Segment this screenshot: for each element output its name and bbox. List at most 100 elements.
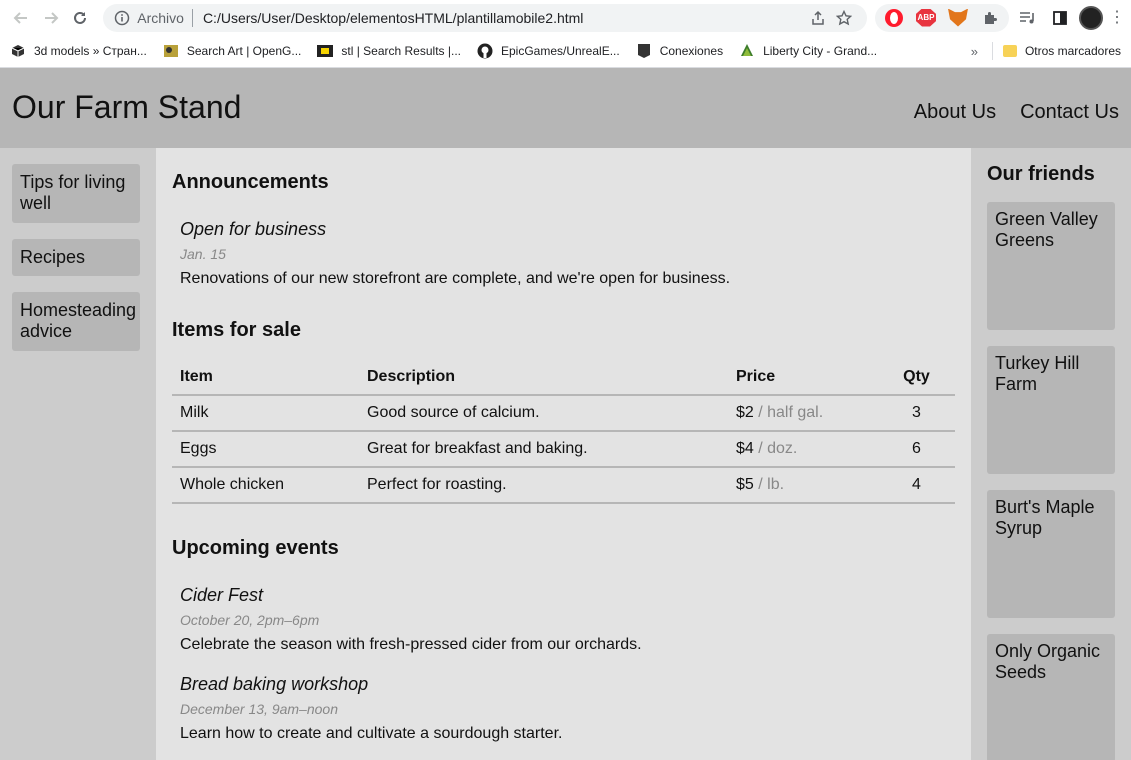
puzzle-icon xyxy=(985,11,997,24)
arrow-left-icon xyxy=(13,11,27,24)
items-table: Item Description Price Qty Milk Good sou… xyxy=(172,360,955,504)
cell-price: $4 / doz. xyxy=(728,431,878,468)
friends-sidebar: Our friends Green Valley Greens Turkey H… xyxy=(971,148,1131,760)
opengameart-icon xyxy=(163,43,179,59)
bookmark-label: Liberty City - Grand... xyxy=(763,44,878,58)
cell-price: $5 / lb. xyxy=(728,467,878,504)
event-text: Learn how to create and cultivate a sour… xyxy=(180,725,563,742)
price-unit: / lb. xyxy=(753,476,785,493)
cell-qty: 4 xyxy=(878,467,955,504)
cell-item: Whole chicken xyxy=(172,467,359,504)
share-button[interactable] xyxy=(805,5,831,31)
price-unit: / half gal. xyxy=(753,404,824,421)
side-panel-icon xyxy=(1053,10,1067,25)
star-icon xyxy=(836,9,852,25)
main-content: Announcements Open for business Jan. 15 … xyxy=(156,148,971,760)
cell-qty: 6 xyxy=(878,431,955,468)
cell-item: Eggs xyxy=(172,431,359,468)
epic-icon xyxy=(636,43,652,59)
announcements-heading: Announcements xyxy=(172,171,329,193)
site-header: Our Farm Stand About Us Contact Us xyxy=(0,68,1131,148)
bookmark-item[interactable]: 3d models » Стран... xyxy=(10,43,147,59)
cell-item: Milk xyxy=(172,395,359,432)
friend-card[interactable]: Turkey Hill Farm xyxy=(987,346,1115,474)
address-bar[interactable]: Archivo C:/Users/User/Desktop/elementosH… xyxy=(103,3,867,32)
cell-description: Good source of calcium. xyxy=(359,395,728,432)
bookmark-star-button[interactable] xyxy=(831,5,857,31)
bookmark-item[interactable]: Conexiones xyxy=(636,43,723,59)
table-header-row: Item Description Price Qty xyxy=(172,360,955,396)
cell-qty: 3 xyxy=(878,395,955,432)
cell-description: Great for breakfast and baking. xyxy=(359,431,728,468)
price-value: $5 xyxy=(736,476,754,493)
friends-heading: Our friends xyxy=(987,163,1095,185)
adblock-extension[interactable]: ABP xyxy=(913,5,939,31)
sidebar-item-recipes[interactable]: Recipes xyxy=(12,239,140,276)
announcement-date: Jan. 15 xyxy=(180,246,226,262)
reading-list-button[interactable] xyxy=(1015,5,1041,31)
sidebar-item-homesteading[interactable]: Homesteading advice xyxy=(12,292,140,351)
event-item: Cider Fest October 20, 2pm–6pm Celebrate… xyxy=(172,584,955,655)
bookmark-item[interactable]: EpicGames/UnrealE... xyxy=(477,43,620,59)
friend-card[interactable]: Green Valley Greens xyxy=(987,202,1115,330)
cell-price: $2 / half gal. xyxy=(728,395,878,432)
friend-card[interactable]: Only Organic Seeds xyxy=(987,634,1115,760)
price-value: $4 xyxy=(736,440,754,457)
bookmarks-bar: 3d models » Стран... Search Art | OpenG.… xyxy=(0,35,1131,68)
reload-icon xyxy=(74,11,87,24)
table-row: Eggs Great for breakfast and baking. $4 … xyxy=(172,431,955,468)
share-icon xyxy=(812,10,824,25)
bookmark-label: Conexiones xyxy=(659,44,724,58)
extensions-button[interactable] xyxy=(977,5,1003,31)
announcement-item: Open for business Jan. 15 Renovations of… xyxy=(172,218,955,289)
fox-icon xyxy=(948,8,968,27)
upcoming-events-section: Upcoming events Cider Fest October 20, 2… xyxy=(172,536,955,744)
github-icon xyxy=(477,43,493,59)
announcements-section: Announcements Open for business Jan. 15 … xyxy=(172,170,955,289)
forward-button[interactable] xyxy=(36,3,66,33)
playlist-icon xyxy=(1020,11,1034,23)
nav-about-us[interactable]: About Us xyxy=(914,101,996,124)
opera-extension[interactable] xyxy=(881,5,907,31)
bookmark-item[interactable]: stl | Search Results |... xyxy=(317,43,461,59)
bookmark-item[interactable]: Liberty City - Grand... xyxy=(739,43,877,59)
bookmark-item[interactable]: Search Art | OpenG... xyxy=(163,43,301,59)
site-title: Our Farm Stand xyxy=(12,88,242,125)
column-header-description: Description xyxy=(359,360,728,396)
table-row: Milk Good source of calcium. $2 / half g… xyxy=(172,395,955,432)
other-bookmarks-label: Otros marcadores xyxy=(1024,44,1121,58)
back-button[interactable] xyxy=(6,3,36,33)
event-title: Bread baking workshop xyxy=(180,674,369,694)
announcement-title: Open for business xyxy=(180,219,327,239)
browser-toolbar: Archivo C:/Users/User/Desktop/elementosH… xyxy=(0,0,1131,35)
address-divider xyxy=(191,8,193,27)
table-row: Whole chicken Perfect for roasting. $5 /… xyxy=(172,467,955,504)
sidebar-item-tips[interactable]: Tips for living well xyxy=(12,164,140,223)
thingiverse-icon xyxy=(317,43,334,59)
event-date: October 20, 2pm–6pm xyxy=(180,612,320,628)
arrow-right-icon xyxy=(44,11,59,24)
bookmark-label: 3d models » Стран... xyxy=(34,44,147,58)
event-date: December 13, 9am–noon xyxy=(180,701,338,717)
metamask-extension[interactable] xyxy=(945,5,971,31)
url-text[interactable]: C:/Users/User/Desktop/elementosHTML/plan… xyxy=(203,10,805,26)
event-title: Cider Fest xyxy=(180,585,264,605)
cell-description: Perfect for roasting. xyxy=(359,467,728,504)
side-panel-button[interactable] xyxy=(1047,5,1073,31)
items-for-sale-heading: Items for sale xyxy=(172,319,301,341)
more-menu-icon[interactable]: ⋮ xyxy=(1109,9,1125,26)
friend-card[interactable]: Burt's Maple Syrup xyxy=(987,490,1115,618)
top-nav: About Us Contact Us xyxy=(914,101,1119,124)
price-unit: / doz. xyxy=(753,440,798,457)
column-header-qty: Qty xyxy=(878,360,955,396)
nav-contact-us[interactable]: Contact Us xyxy=(1020,101,1119,124)
announcement-text: Renovations of our new storefront are co… xyxy=(180,270,731,287)
profile-avatar[interactable] xyxy=(1079,5,1103,30)
reload-button[interactable] xyxy=(66,3,96,33)
bookmarks-overflow-button[interactable]: » xyxy=(971,44,978,59)
adblock-icon: ABP xyxy=(916,8,936,27)
opera-icon xyxy=(885,8,903,27)
cube-icon xyxy=(10,43,26,59)
info-icon[interactable] xyxy=(113,9,131,27)
other-bookmarks[interactable]: Otros marcadores xyxy=(1002,44,1121,58)
